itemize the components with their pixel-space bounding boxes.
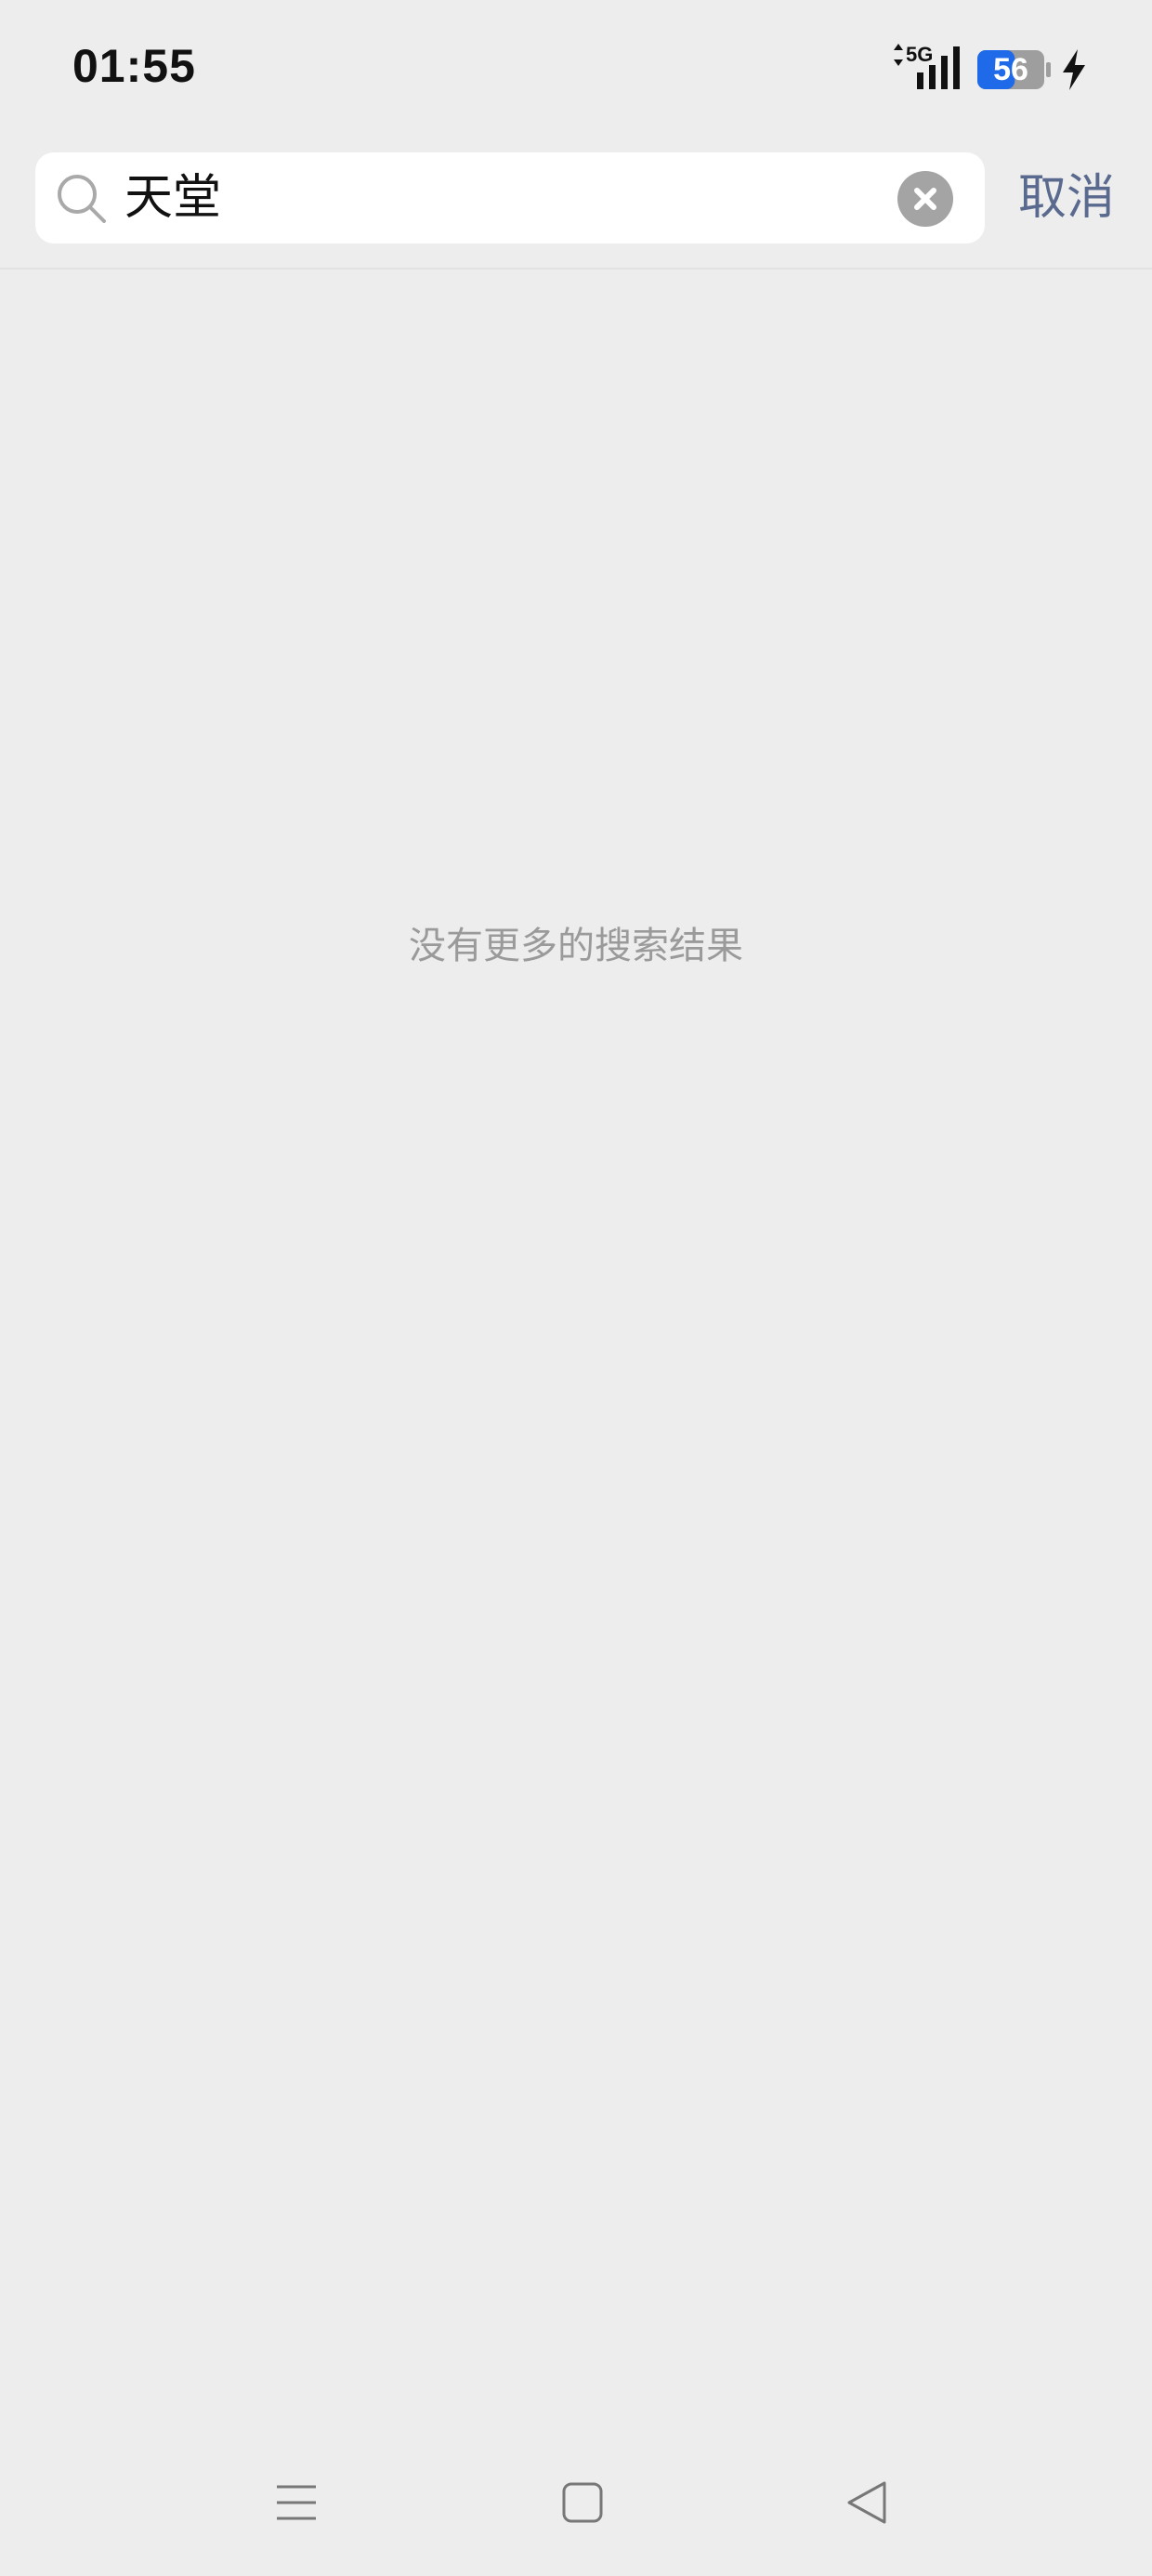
home-icon[interactable] <box>561 2481 604 2524</box>
search-screen: 01:55 5G 56 天堂 取消 没有更多的搜索结果 <box>0 0 1152 2576</box>
empty-results-message: 没有更多的搜索结果 <box>409 925 743 967</box>
search-input[interactable]: 天堂 <box>124 169 221 227</box>
search-bar[interactable]: 天堂 <box>35 152 985 243</box>
menu-icon[interactable] <box>275 2481 318 2524</box>
clear-icon <box>914 188 936 210</box>
status-time: 01:55 <box>72 40 196 92</box>
back-icon[interactable] <box>845 2479 888 2526</box>
network-arrows-icon <box>894 44 903 66</box>
signal-icon <box>917 46 960 89</box>
search-icon <box>58 175 106 223</box>
charging-bolt-icon <box>1063 49 1085 90</box>
divider <box>0 268 1152 269</box>
battery-level: 56 <box>993 52 1028 87</box>
clear-search-button[interactable] <box>897 171 953 227</box>
status-bar: 01:55 5G 56 <box>0 0 1152 139</box>
cancel-button[interactable]: 取消 <box>1018 164 1115 232</box>
